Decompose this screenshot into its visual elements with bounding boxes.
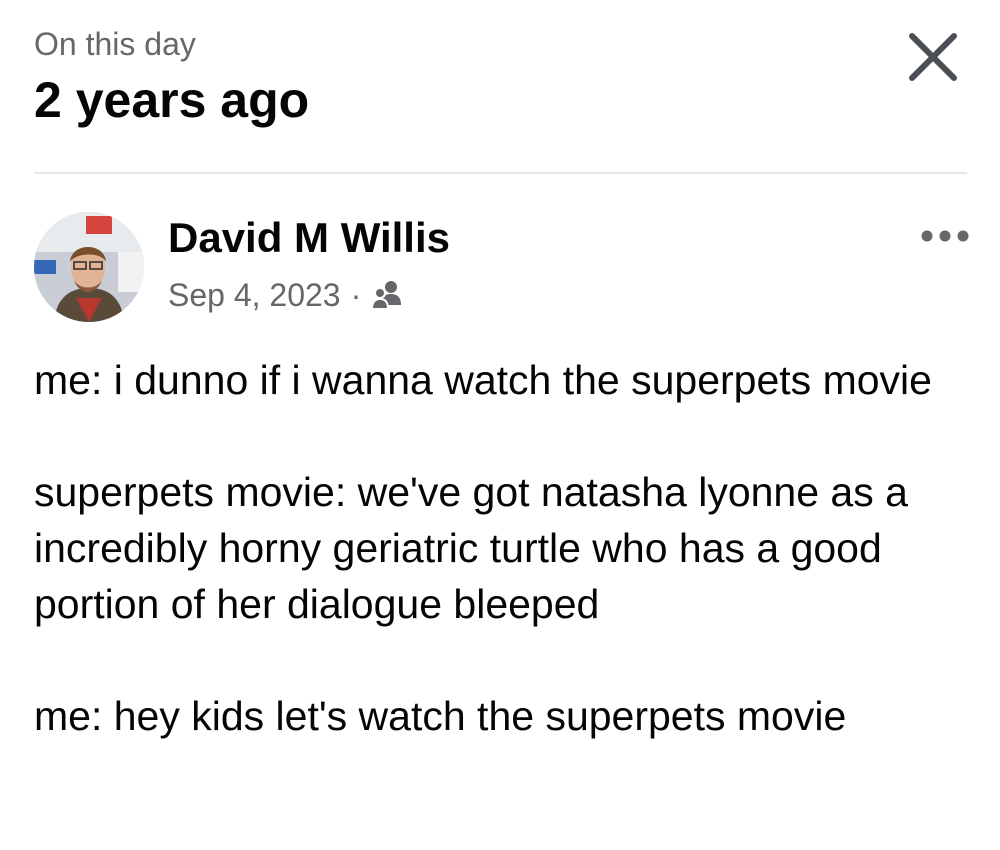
author-name[interactable]: David M Willis [168,212,450,264]
post-text: me: i dunno if i wanna watch the superpe… [34,352,964,800]
more-options-button[interactable] [918,226,972,246]
memory-subtitle: On this day [34,26,196,62]
close-icon [909,33,957,81]
post-paragraph: me: hey kids let's watch the superpets m… [34,693,847,739]
post-meta: Sep 4, 2023 · [168,274,405,316]
memory-title: 2 years ago [34,72,310,128]
close-button[interactable] [904,28,962,86]
avatar[interactable] [34,212,144,322]
friends-icon [371,279,405,311]
header-divider [34,172,967,174]
post-paragraph: superpets movie: we've got natasha lyonn… [34,469,908,627]
post-date[interactable]: Sep 4, 2023 [168,274,341,316]
more-options-icon [921,230,969,242]
avatar-image [34,212,144,322]
meta-separator: · [350,277,362,313]
post-paragraph: me: i dunno if i wanna watch the superpe… [34,357,932,403]
